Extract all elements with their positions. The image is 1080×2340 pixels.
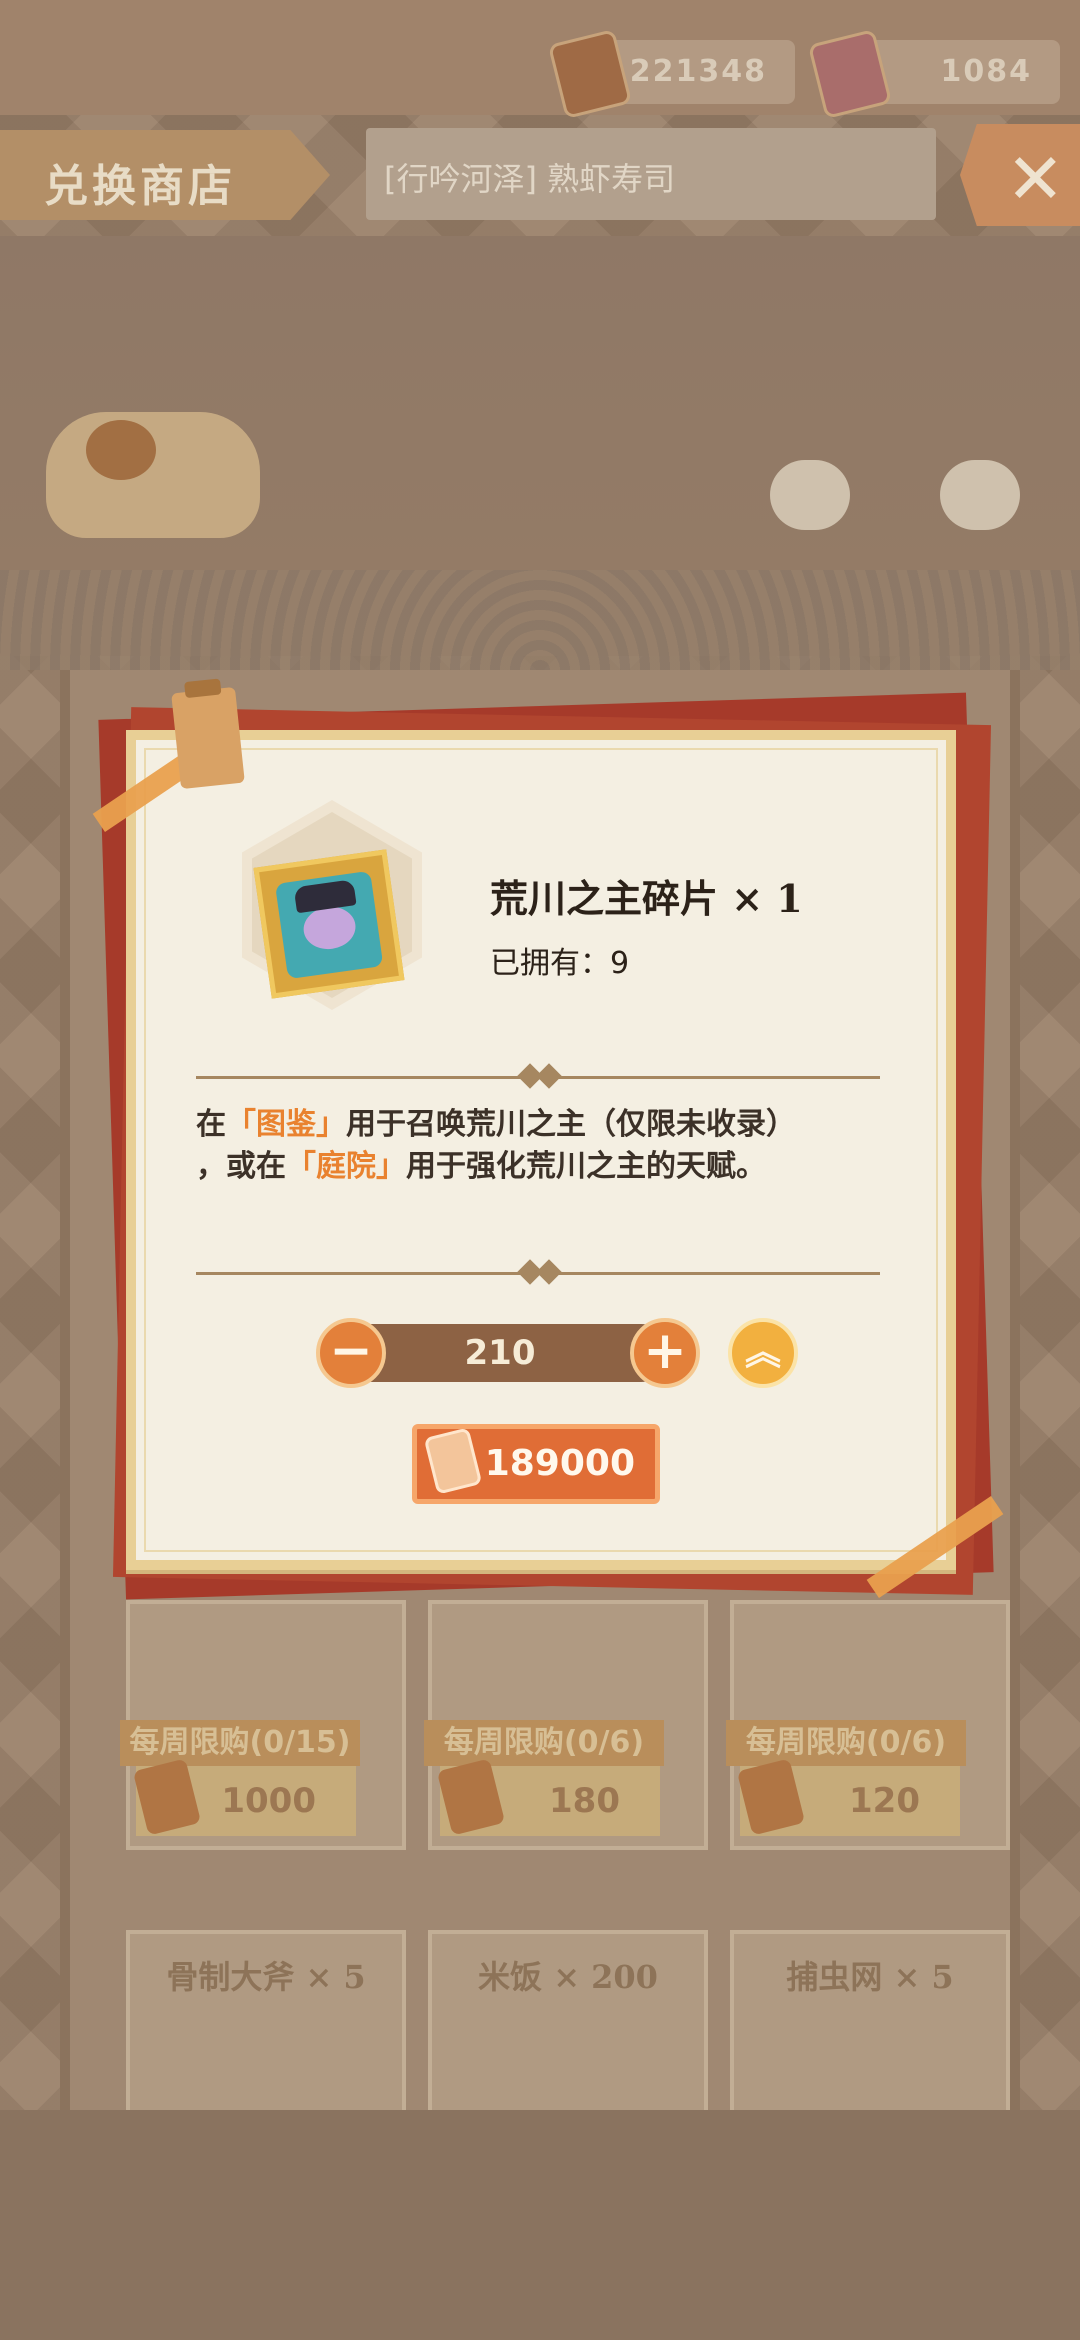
currency-seal: 1084 [807,28,1060,120]
shop-title-banner: 兑换商店 [0,130,330,220]
item-name: 荒川之主碎片 × 1 [490,876,803,921]
owned-count: 已拥有：9 [490,946,630,981]
link-handbook[interactable]: 「图鉴」 [226,1107,346,1142]
item-search-box[interactable]: [行吟河泽] 熟虾寿司 [366,128,936,220]
double-chevron-up-icon: ︽ [744,1332,781,1373]
feather-amulet-icon [736,1758,806,1836]
shop-title: 兑换商店 [44,161,236,212]
close-button[interactable]: ✕ [960,124,1080,226]
plus-icon: + [643,1321,687,1381]
decrease-button[interactable]: − [316,1318,386,1388]
currency-feather: 221348 [547,28,795,120]
max-quantity-button[interactable]: ︽ [728,1318,798,1388]
bird-doll-icon [940,460,1020,530]
wood-tag-icon [171,686,245,790]
weekly-limit-label: 每周限购(0/6) [424,1720,664,1766]
weekly-limit-label: 每周限购(0/6) [726,1720,966,1766]
divider [196,1259,880,1285]
item-description: 在「图鉴」用于召唤荒川之主（仅限未收录） ，或在「庭院」用于强化荒川之主的天赋。 [196,1107,796,1184]
calico-cat-icon [46,412,260,538]
item-price: 120 [736,1758,960,1836]
frame-icon [253,849,405,999]
item-price: 1000 [132,1758,356,1836]
bottom-bar [0,2110,1080,2340]
item-label: 米饭 × 200 [478,1958,658,1996]
currency-seal-value: 1084 [940,54,1032,89]
feather-amulet-icon [436,1758,506,1836]
weekly-limit-label: 每周限购(0/15) [120,1720,360,1766]
minus-icon: − [329,1321,373,1381]
item-label: 捕虫网 × 5 [786,1958,954,1996]
item-price: 180 [436,1758,660,1836]
search-text: [行吟河泽] 熟虾寿司 [384,160,676,198]
link-courtyard[interactable]: 「庭院」 [286,1149,406,1184]
bird-doll-icon [770,460,850,530]
wave-pattern [0,570,1080,670]
item-label: 骨制大斧 × 5 [166,1958,366,1996]
currency-feather-value: 221348 [629,54,767,89]
close-icon: ✕ [1006,138,1065,220]
purchase-price: 189000 [484,1443,635,1484]
feather-amulet-icon [132,1758,202,1836]
increase-button[interactable]: + [630,1318,700,1388]
divider [196,1063,880,1089]
